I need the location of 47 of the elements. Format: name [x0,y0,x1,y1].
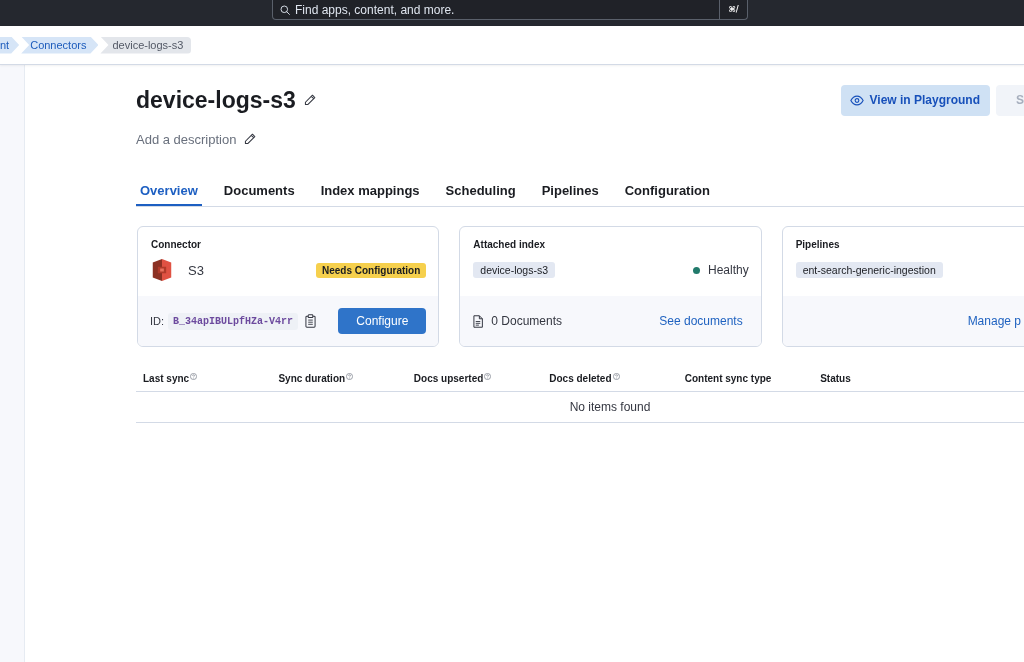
column-header: Docs deleted [549,373,612,384]
bucket-icon [151,258,173,282]
tab[interactable]: Scheduling [441,176,520,206]
index-tag: device-logs-s3 [473,262,556,278]
action-button[interactable]: View in Playground [840,84,990,116]
document-count: 0 Documents [491,314,563,328]
id-label: ID: [150,315,165,327]
see-documents-link[interactable]: See documents [659,314,743,328]
breadcrumb-link[interactable]: Connectors [21,36,99,54]
tab[interactable]: Documents [219,176,299,206]
search-field[interactable]: Find apps, content, and more. ⌘/ [272,0,748,20]
current-breadcrumb: device-logs-s3 [100,36,192,54]
tab[interactable]: Overview [136,176,202,206]
empty-message: No items found [569,400,651,414]
card-title: Attached index [473,239,545,251]
eye-icon [849,94,864,106]
manage-link[interactable]: Manage p [967,314,1021,328]
search-icon [280,4,290,15]
tab[interactable]: Configuration [620,176,714,206]
tab[interactable]: Pipelines [537,176,603,206]
column-header: Content sync type [684,373,772,384]
help-icon[interactable] [484,373,492,380]
pipeline-tag: ent-search-generic-ingestion [795,262,943,278]
document-icon [473,314,484,328]
status-badge: Needs Configuration [316,262,427,278]
column-header: Sync duration [278,373,346,384]
pencil-icon[interactable] [303,94,316,106]
card-title: Connector [151,239,201,251]
column-header: Docs upserted [413,373,484,384]
breadcrumb-link[interactable]: nt [0,36,20,54]
tab[interactable]: Index mappings [316,176,424,206]
help-icon[interactable] [346,373,354,380]
help-icon[interactable] [612,373,620,380]
column-header: Status [820,373,851,384]
shortcut-key: ⌘/ [719,0,747,19]
column-header: Last sync [143,373,190,384]
page-title: device-logs-s3 [136,86,296,114]
description-placeholder[interactable]: Add a description [136,131,237,147]
pencil-icon[interactable] [244,133,257,145]
search-input[interactable]: Find apps, content, and more. [295,2,719,17]
clipboard-icon[interactable] [305,314,317,328]
connector-id: B_34apIBULpfHZa-V4rr [168,312,299,330]
help-icon[interactable] [190,373,198,380]
health-label: Healthy [707,263,749,277]
card-title: Pipelines [795,239,840,251]
connector-name: S3 [188,262,204,278]
configure-button[interactable]: Configure [338,308,427,334]
